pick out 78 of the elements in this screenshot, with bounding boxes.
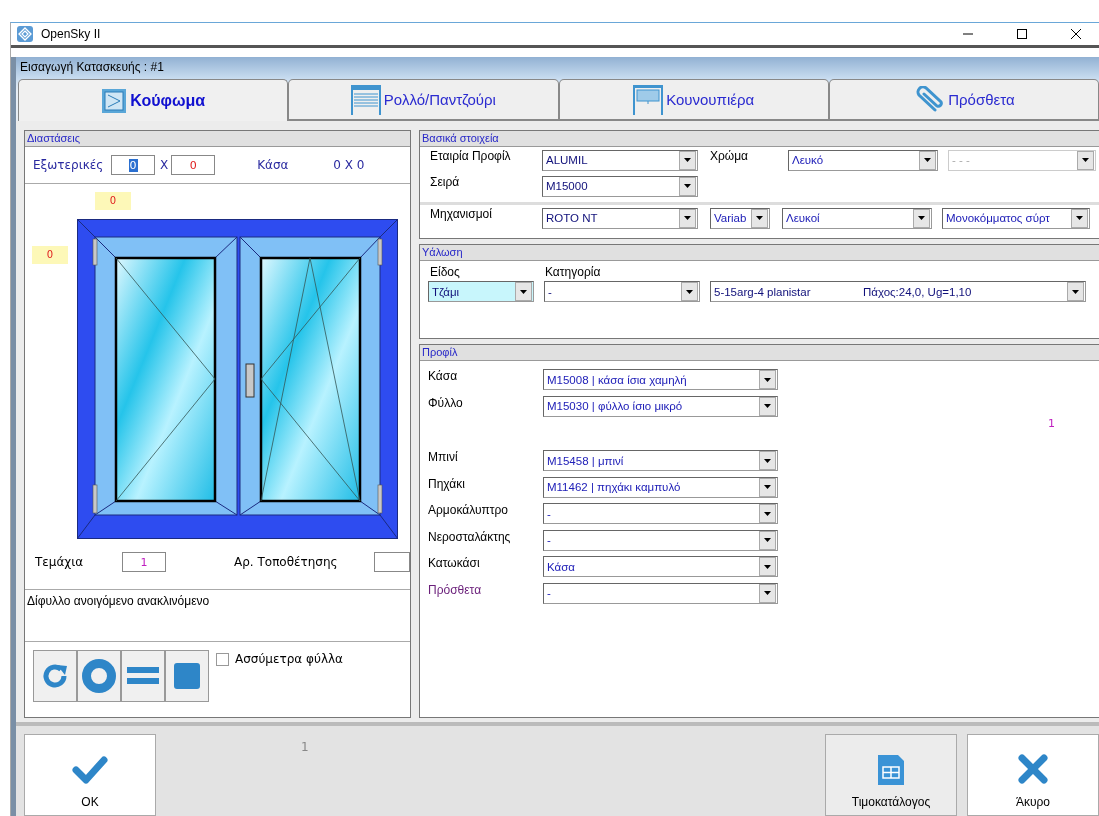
square-icon [174,663,200,689]
field-label: Χρώμα [710,148,750,163]
rotate-button[interactable] [33,650,77,702]
pieces-field[interactable]: 1 [122,552,166,572]
section-header: Υάλωση [420,245,1099,261]
tab[interactable]: Ρολλό/Παντζούρι [288,79,559,121]
section-header: Προφίλ [420,345,1099,361]
dropdown[interactable]: ROTO NT [542,207,698,229]
label: Τεμάχια [35,555,85,569]
square-button[interactable] [165,650,209,702]
dropdown[interactable]: M15008 | κάσα ίσια χαμηλή [543,369,778,390]
roller-shutter-icon [350,84,381,115]
dropdown[interactable]: 5-15arg-4 planistar Πάχος:24,0, Ug=1,10 [710,281,1086,302]
field-label: Μηχανισμοί [430,206,493,221]
field-label: Πρόσθετα [428,582,483,597]
dropdown[interactable]: - [543,582,778,604]
dropdown[interactable]: Μονοκόμματος σύρτ [942,207,1090,229]
window-title: OpenSky II [41,27,101,41]
equals-icon [127,667,159,685]
dropdown[interactable]: - [543,503,778,524]
window-type-description: Δίφυλλο ανοιγόμενο ανακλινόμενο [27,594,210,608]
top-dimension-value: 0 [95,192,131,210]
field-label: Μπινί [428,450,459,464]
count-value: 1 [1048,417,1055,430]
tab[interactable]: Πρόσθετα [828,79,1099,121]
field-label: Πηχάκι [428,476,466,491]
field-label: Κάσα [428,369,459,383]
field-label: Εταιρία Προφίλ [430,148,512,163]
circle-button[interactable] [77,650,121,702]
width-field[interactable]: 0 [111,155,155,175]
field-label: Νεροσταλάκτης [428,529,512,544]
cancel-button[interactable]: Άκυρο [967,734,1099,816]
maximize-icon [1016,28,1028,40]
ok-button[interactable]: OK [24,734,156,816]
field-label: Αρμοκάλυπτρο [428,503,509,517]
dropdown[interactable]: M15000 [542,175,698,197]
close-icon [1070,28,1082,40]
tab[interactable]: Κουνουπιέρα [558,79,829,121]
checkbox-label: Ασσύμετρα φύλλα [235,652,344,666]
spreadsheet-icon [878,755,904,785]
form-title-bar: Εισαγωγή Κατασκευής : #1 [16,57,1099,78]
dropdown[interactable]: ALUMIL [542,149,698,171]
dropdown[interactable]: M15458 | μπινί [543,450,778,471]
window-frame-icon [101,87,128,114]
label: X [160,158,169,172]
equal-split-button[interactable] [121,650,165,702]
dropdown[interactable]: M15030 | φύλλο ίσιο μικρό [543,395,778,417]
frame-size-value: 0 X 0 [333,158,365,172]
position-number-field[interactable] [374,552,410,572]
dropdown[interactable]: Λευκοί [782,207,932,229]
field-label: Φύλλο [428,395,464,410]
field-label: Σειρά [430,174,461,189]
ring-icon [82,659,116,693]
height-field[interactable]: 0 [171,155,216,175]
dropdown[interactable]: Τζάμι [428,281,534,302]
close-x-icon [1017,753,1049,785]
dropdown[interactable]: Κάσα [543,556,778,577]
insect-screen-icon [633,84,664,115]
field-label: Είδος [430,265,461,279]
count-value: 1 [301,740,309,754]
side-dimension-value: 0 [32,246,68,264]
tab[interactable]: Κούφωμα [18,79,289,121]
field-label: Κατωκάσι [428,556,481,570]
price-list-button[interactable]: Τιμοκατάλογος [825,734,957,816]
dropdown[interactable]: Λευκό [788,149,938,171]
field-label: Κατηγορία [545,265,601,279]
label: Αρ. Τοποθέτησης [234,555,339,569]
dropdown[interactable]: M11462 | πηχάκι καμπυλό [543,476,778,498]
label: Κάσα [257,158,290,172]
dropdown[interactable]: Variab [710,207,770,229]
dropdown[interactable]: - [544,281,700,302]
section-header: Βασικά στοιχεία [420,131,1099,147]
label: Εξωτερικές [33,158,105,172]
section-header: Διαστάσεις [25,131,410,147]
app-logo-icon [17,26,33,42]
checkbox[interactable] [216,652,229,666]
checkmark-icon [72,755,108,785]
dropdown[interactable]: - [543,529,778,551]
